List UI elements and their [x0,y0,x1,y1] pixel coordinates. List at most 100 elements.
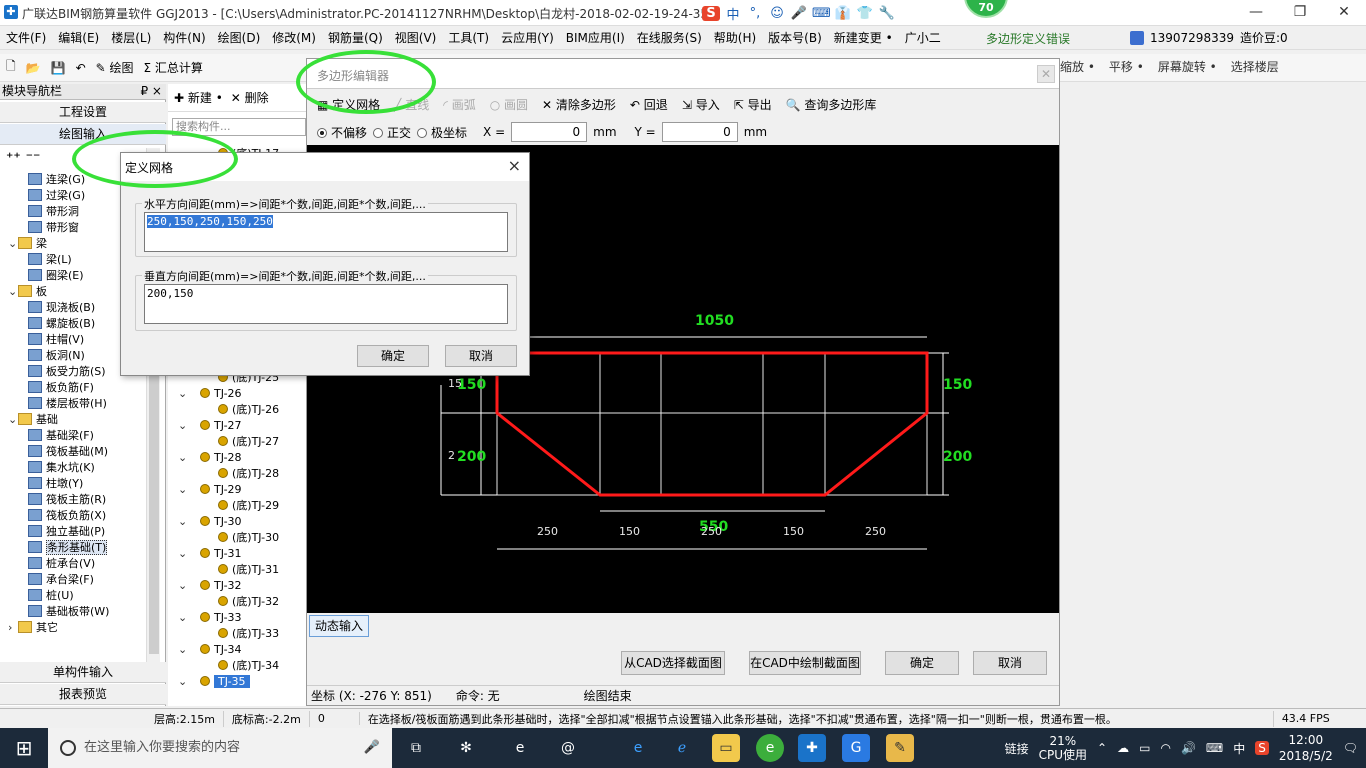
tree-item[interactable]: 筏板主筋(R) [28,492,106,508]
account-area[interactable]: 13907298339 造价豆:0 [1130,29,1288,46]
tree-folder[interactable]: ⌄ 梁 [8,236,47,252]
new-file-icon[interactable]: 🗋 [6,57,16,78]
chevron-down-icon[interactable]: ⌄ [178,578,188,594]
menu-modify[interactable]: 修改(M) [272,29,316,46]
menu-cloud[interactable]: 云应用(Y) [501,29,554,46]
menu-file[interactable]: 文件(F) [6,29,46,46]
chevron-down-icon[interactable]: ⌄ [8,412,18,428]
single-component-button[interactable]: 单构件输入 [0,662,166,683]
tree-item[interactable]: 筏板负筋(X) [28,508,106,524]
ime-toolbar[interactable]: S 中 °, ☺ 🎤 ⌨ 👔 👕 🔧 [702,3,896,23]
select-from-cad-button[interactable]: 从CAD选择截面图 [621,651,725,675]
polygon-cancel-button[interactable]: 取消 [973,651,1047,675]
zoom-button[interactable]: 缩放 • [1060,58,1095,75]
dynamic-input-button[interactable]: 动态输入 [309,615,369,637]
volume-icon[interactable]: 🔊 [1181,741,1196,755]
chevron-down-icon[interactable]: ⌄ [178,546,188,562]
component-row[interactable]: ⌄ TJ-33 [178,610,242,626]
select-floor-button[interactable]: 选择楼层 [1231,58,1279,75]
section-polygon[interactable] [495,351,929,497]
chevron-down-icon[interactable]: ⌄ [8,236,18,252]
tree-item[interactable]: 板受力筋(S) [28,364,106,380]
minimize-icon[interactable]: — [1234,0,1278,26]
component-row[interactable]: (底)TJ-33 [218,626,279,642]
component-row[interactable]: (底)TJ-30 [218,530,279,546]
component-row[interactable]: ⌄ TJ-27 [178,418,242,434]
tree-item[interactable]: 独立基础(P) [28,524,105,540]
sum-button[interactable]: Σ 汇总计算 [144,59,203,76]
ie-browser-icon[interactable]: ℯ [668,734,696,762]
wifi-icon[interactable]: ◠ [1160,741,1170,755]
horizontal-spacing-input[interactable]: 250,150,250,150,250 [144,212,508,252]
wrench-icon[interactable]: 🔧 [878,6,896,21]
edge-icon[interactable]: e [624,734,652,762]
component-row[interactable]: ⌄ TJ-29 [178,482,242,498]
grid-ok-button[interactable]: 确定 [357,345,429,367]
component-row[interactable]: ⌄ TJ-32 [178,578,242,594]
menu-view[interactable]: 视图(V) [395,29,437,46]
keyboard-icon[interactable]: ⌨ [812,6,831,21]
menu-online[interactable]: 在线服务(S) [637,29,702,46]
rotate-button[interactable]: 屏幕旋转 • [1158,58,1217,75]
tree-item[interactable]: 承台梁(F) [28,572,94,588]
tree-item[interactable]: 筏板基础(M) [28,444,108,460]
clear-polygon-button[interactable]: ✕ 清除多边形 [542,96,616,113]
file-explorer-icon[interactable]: ▭ [712,734,740,762]
tree-item[interactable]: 桩(U) [28,588,74,604]
menu-help[interactable]: 帮助(H) [714,29,756,46]
polar-radio[interactable]: 极坐标 [417,124,467,141]
fan-app-icon[interactable]: ✻ [452,734,480,762]
chevron-down-icon[interactable]: ⌄ [178,386,188,402]
component-row[interactable]: ⌄ TJ-34 [178,642,242,658]
draw-in-cad-button[interactable]: 在CAD中绘制截面图 [749,651,861,675]
ime-indicator[interactable]: 中 [1233,740,1245,757]
menu-component[interactable]: 构件(N) [163,29,205,46]
define-grid-close-icon[interactable]: × [508,156,521,175]
chevron-down-icon[interactable]: ⌄ [178,642,188,658]
project-settings-button[interactable]: 工程设置 [0,102,166,123]
tree-item[interactable]: 板洞(N) [28,348,85,364]
component-row[interactable]: ⌄ TJ-26 [178,386,242,402]
component-row[interactable]: (底)TJ-34 [218,658,279,674]
tree-item[interactable]: 带形洞 [28,204,79,220]
chevron-right-icon[interactable]: › [8,620,18,636]
tree-folder[interactable]: ⌄ 基础 [8,412,58,428]
delete-component-button[interactable]: ✕ 删除 [231,89,269,106]
ie-icon[interactable]: e [506,734,534,762]
green-app-icon[interactable]: e [756,734,784,762]
chevron-down-icon[interactable]: ⌄ [178,450,188,466]
component-row[interactable]: ⌄ TJ-30 [178,514,242,530]
query-library-button[interactable]: 🔍 查询多边形库 [786,96,877,113]
menu-version[interactable]: 版本号(B) [768,29,822,46]
tree-item[interactable]: 梁(L) [28,252,72,268]
menu-assistant[interactable]: 广小二 [905,29,941,46]
account-phone[interactable]: 13907298339 [1150,31,1234,45]
chevron-down-icon[interactable]: ⌄ [178,674,188,690]
keyboard-tray-icon[interactable]: ⌨ [1206,741,1223,755]
open-file-icon[interactable]: 📂 [26,61,41,75]
tree-item[interactable]: 连梁(G) [28,172,85,188]
tree-item[interactable]: 螺旋板(B) [28,316,95,332]
nav-pin-icon[interactable]: ₽ × [140,84,162,99]
undo-icon[interactable]: ↶ [76,61,86,75]
clock[interactable]: 12:00 2018/5/2 [1279,732,1333,764]
chevron-down-icon[interactable]: ⌄ [178,610,188,626]
undo-button[interactable]: ↶ 回退 [630,96,668,113]
task-view-icon[interactable]: ⧉ [402,734,430,762]
circle-button[interactable]: ○ 画圆 [490,96,528,113]
tree-folder[interactable]: ⌄ 板 [8,284,47,300]
cpu-monitor[interactable]: 21% CPU使用 [1039,734,1087,762]
spiral-app-icon[interactable]: @ [554,734,582,762]
g-app-icon[interactable]: G [842,734,870,762]
tray-link[interactable]: 链接 [1005,740,1029,757]
windows-start-icon[interactable]: ⊞ [0,728,48,768]
menu-draw[interactable]: 绘图(D) [218,29,261,46]
no-offset-radio[interactable]: 不偏移 [317,124,367,141]
menu-new-change[interactable]: 新建变更 • [834,29,893,46]
menu-rebar[interactable]: 钢筋量(Q) [328,29,383,46]
emoji-icon[interactable]: ☺ [768,6,786,21]
component-row[interactable]: ⌄ TJ-35 [178,674,250,690]
component-row[interactable]: (底)TJ-32 [218,594,279,610]
tree-item[interactable]: 条形基础(T) [28,540,108,556]
tree-item[interactable]: 集水坑(K) [28,460,95,476]
